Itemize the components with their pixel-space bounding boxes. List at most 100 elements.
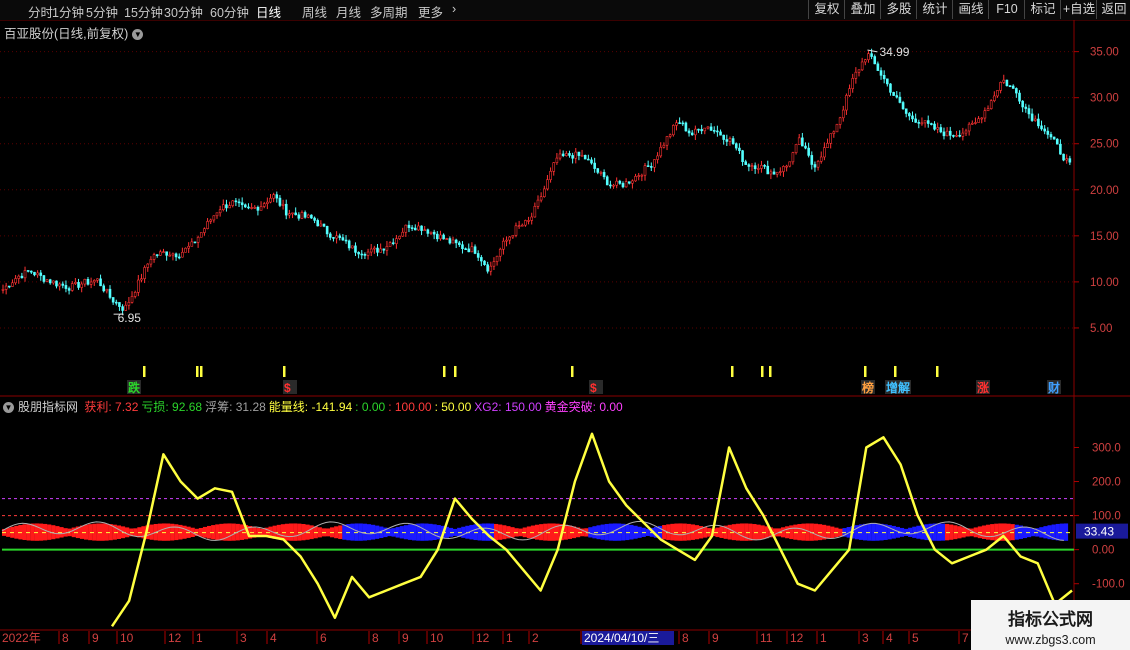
candle-body bbox=[788, 161, 792, 167]
candle-body bbox=[508, 236, 511, 241]
candle-body bbox=[999, 82, 1002, 91]
candle-body bbox=[958, 134, 962, 137]
candle-body bbox=[454, 239, 458, 244]
band-segment bbox=[838, 528, 843, 537]
candle-body bbox=[829, 133, 832, 144]
current-value-label: 33.43 bbox=[1084, 525, 1114, 539]
candle-body bbox=[565, 153, 568, 157]
candle-body bbox=[244, 204, 247, 208]
candle-body bbox=[199, 232, 203, 238]
stock-chart[interactable]: 35.0030.0025.0020.0015.0010.005.006.9534… bbox=[0, 0, 1130, 650]
date-label: 10 bbox=[430, 631, 444, 645]
candle-body bbox=[42, 275, 46, 282]
candle-body bbox=[1043, 128, 1046, 132]
candle-body bbox=[281, 203, 285, 206]
candle-body bbox=[193, 241, 197, 244]
band-segment bbox=[149, 524, 154, 540]
candle-body bbox=[354, 245, 357, 253]
signal-label: 涨 bbox=[977, 380, 989, 395]
candle-body bbox=[542, 188, 546, 197]
signal-tick bbox=[283, 366, 286, 377]
candle-body bbox=[760, 165, 763, 169]
candle-body bbox=[549, 171, 552, 180]
band-segment bbox=[670, 523, 675, 541]
candle-body bbox=[363, 254, 367, 256]
date-label: 3 bbox=[862, 631, 869, 645]
candle-body bbox=[379, 248, 382, 253]
date-label: 11 bbox=[760, 631, 773, 645]
candle-body bbox=[709, 126, 713, 131]
candle-body bbox=[86, 278, 90, 285]
candle-body bbox=[225, 204, 228, 209]
signal-tick bbox=[936, 366, 939, 377]
candle-body bbox=[873, 56, 877, 65]
candle-body bbox=[684, 122, 688, 132]
ind-tick-label: -100.0 bbox=[1092, 579, 1125, 591]
candle-body bbox=[779, 171, 782, 173]
candle-body bbox=[766, 165, 770, 175]
candle-body bbox=[826, 142, 829, 148]
candle-body bbox=[55, 280, 58, 287]
candle-body bbox=[410, 227, 414, 229]
candle-body bbox=[552, 162, 556, 172]
candle-body bbox=[712, 130, 716, 132]
candle-body bbox=[653, 159, 656, 168]
candle-body bbox=[1040, 125, 1043, 130]
band-segment bbox=[289, 523, 294, 541]
candle-body bbox=[1052, 136, 1056, 140]
signal-tick bbox=[443, 366, 446, 377]
band-segment bbox=[682, 523, 687, 541]
band-segment bbox=[161, 523, 167, 541]
candle-body bbox=[1049, 134, 1053, 138]
candle-body bbox=[388, 242, 392, 247]
band-segment bbox=[317, 527, 322, 538]
candle-body bbox=[700, 129, 703, 132]
candle-body bbox=[530, 216, 534, 221]
candle-body bbox=[933, 123, 936, 130]
candle-body bbox=[288, 213, 291, 216]
band-segment bbox=[936, 523, 941, 541]
candle-body bbox=[980, 117, 984, 120]
candle-body bbox=[432, 231, 436, 235]
date-label: 12 bbox=[476, 631, 490, 645]
candle-body bbox=[250, 207, 253, 209]
candle-body bbox=[561, 153, 565, 157]
band-segment bbox=[342, 524, 347, 540]
candle-body bbox=[96, 278, 99, 281]
candle-body bbox=[983, 110, 987, 119]
band-segment bbox=[617, 523, 622, 541]
candle-body bbox=[423, 229, 427, 232]
candle-body bbox=[656, 155, 659, 160]
signal-label: 增解 bbox=[886, 380, 910, 395]
candle-body bbox=[744, 161, 748, 165]
candle-body bbox=[121, 306, 124, 311]
candle-body bbox=[901, 102, 905, 110]
candle-body bbox=[838, 117, 842, 125]
candle-body bbox=[426, 229, 430, 234]
date-label: 8 bbox=[682, 631, 689, 645]
candle-body bbox=[155, 254, 159, 256]
candle-body bbox=[716, 130, 719, 133]
candle-body bbox=[61, 283, 65, 286]
date-label: 7 bbox=[962, 631, 969, 645]
candle-body bbox=[524, 220, 527, 226]
candle-body bbox=[602, 172, 606, 178]
candle-body bbox=[1018, 92, 1021, 102]
candle-body bbox=[417, 225, 420, 231]
candle-body bbox=[407, 224, 411, 228]
candle-body bbox=[413, 227, 417, 231]
candle-body bbox=[939, 127, 943, 133]
candle-body bbox=[435, 233, 439, 240]
candle-body bbox=[259, 206, 263, 211]
signal-tick bbox=[769, 366, 772, 377]
signal-tick bbox=[196, 366, 199, 377]
candle-body bbox=[797, 137, 801, 145]
candle-body bbox=[11, 282, 14, 287]
candle-body bbox=[310, 214, 313, 219]
candle-body bbox=[558, 153, 562, 159]
candle-body bbox=[48, 279, 52, 284]
candle-body bbox=[672, 125, 675, 136]
band-segment bbox=[494, 523, 499, 541]
candle-body bbox=[262, 203, 266, 207]
ind-tick-label: 0.00 bbox=[1092, 545, 1114, 557]
